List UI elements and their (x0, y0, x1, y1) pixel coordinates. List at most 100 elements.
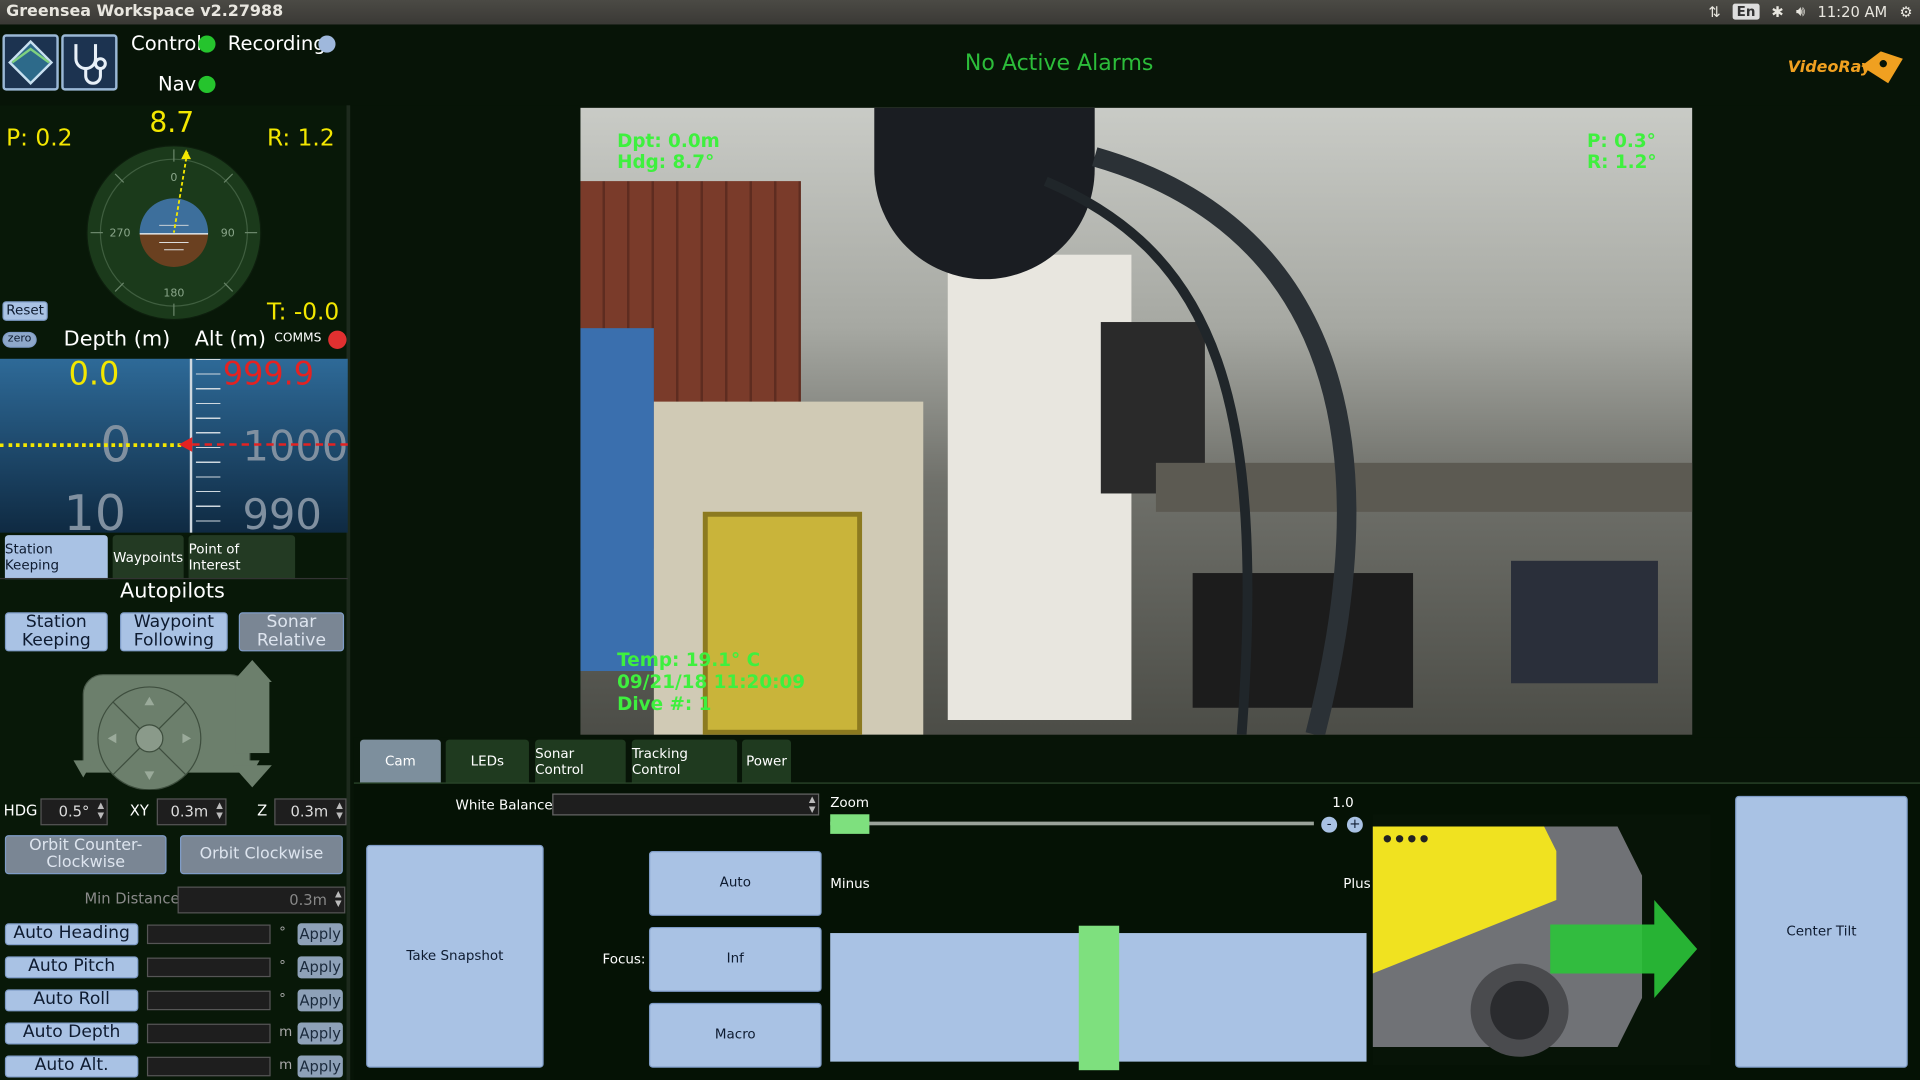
station-keeping-button[interactable]: Station Keeping (4, 612, 108, 652)
ray-icon (1861, 51, 1903, 84)
auto-pitch-button[interactable]: Auto Pitch (4, 956, 139, 979)
auto-heading-apply-button[interactable]: Apply (297, 923, 343, 946)
clock[interactable]: 11:20 AM (1817, 3, 1887, 20)
zoom-slider-handle[interactable] (830, 814, 870, 834)
take-snapshot-button[interactable]: Take Snapshot (366, 844, 544, 1068)
overlay-temp: Temp: 19.1° C (617, 648, 761, 672)
thrust-readout: T: -0.0 (266, 298, 340, 326)
auto-depth-button[interactable]: Auto Depth (4, 1022, 139, 1045)
videoray-logo: VideoRay (1785, 49, 1907, 103)
keyboard-language[interactable]: En (1732, 3, 1760, 20)
min-distance-value: 0.3m (289, 891, 327, 909)
white-balance-select[interactable]: ▲ ▼ (552, 793, 820, 816)
auto-pitch-unit: ° (279, 957, 286, 974)
z-value: 0.3m (290, 803, 329, 821)
title-bar: Greensea Workspace v2.27988 ⇅ En ✱ 🔊︎ 11… (0, 0, 1920, 25)
auto-heading-button[interactable]: Auto Heading (4, 923, 139, 946)
tab-power[interactable]: Power (742, 739, 792, 783)
system-tray: ⇅ En ✱ 🔊︎ 11:20 AM ⚙ (1708, 2, 1912, 20)
zoom-label: Zoom (830, 794, 870, 811)
recording-status-indicator[interactable] (318, 35, 336, 53)
tab-point-of-interest[interactable]: Point of Interest (188, 535, 296, 580)
zoom-minus-button[interactable]: - (1321, 816, 1338, 833)
min-distance-field[interactable]: 0.3m ▲ ▼ (177, 886, 346, 914)
settings-gear-icon[interactable]: ⚙ (1899, 3, 1912, 20)
auto-pitch-apply-button[interactable]: Apply (297, 956, 343, 979)
spinner-icon[interactable]: ▲ ▼ (332, 801, 343, 821)
joystick-control[interactable] (69, 660, 287, 790)
hdg-value: 0.5° (58, 803, 90, 821)
auto-pitch-field[interactable] (146, 957, 271, 978)
focus-macro-button[interactable]: Macro (648, 1002, 822, 1068)
zero-depth-button[interactable]: zero (2, 331, 37, 348)
nav-status-indicator (198, 75, 216, 94)
compass-tick-0: 0 (170, 171, 177, 184)
auto-alt-unit: m (279, 1056, 293, 1073)
reset-button[interactable]: Reset (2, 301, 48, 321)
overlay-dive: Dive #: 1 (617, 693, 712, 716)
compass-tick-90: 90 (221, 226, 235, 239)
overlay-depth: Dpt: 0.0m (617, 129, 720, 152)
focus-auto-button[interactable]: Auto (648, 851, 822, 916)
tab-sonar-control[interactable]: Sonar Control (535, 739, 626, 783)
auto-roll-button[interactable]: Auto Roll (4, 989, 139, 1012)
bluetooth-icon[interactable]: ✱ (1771, 3, 1783, 20)
alt-scale-1000: 1000 (242, 422, 349, 472)
spinner-icon[interactable]: ▲ ▼ (93, 801, 104, 821)
auto-depth-apply-button[interactable]: Apply (297, 1022, 343, 1045)
depth-title: Depth (m) (63, 326, 171, 352)
sonar-relative-button[interactable]: Sonar Relative (238, 612, 345, 652)
auto-alt-apply-button[interactable]: Apply (297, 1055, 343, 1078)
tab-tracking-control[interactable]: Tracking Control (631, 739, 738, 783)
z-label: Z (257, 802, 268, 820)
overlay-datetime: 09/21/18 11:20:09 (617, 671, 806, 694)
center-tilt-button[interactable]: Center Tilt (1735, 795, 1908, 1068)
spinner-icon[interactable]: ▲ ▼ (212, 801, 223, 821)
spinner-icon[interactable]: ▲ ▼ (331, 889, 342, 909)
comms-label: COMMS (274, 331, 322, 346)
tab-station-keeping[interactable]: Station Keeping (4, 535, 108, 580)
pitch-readout: P: 0.2 (6, 124, 73, 152)
orbit-cw-button[interactable]: Orbit Clockwise (180, 835, 343, 875)
auto-alt-field[interactable] (146, 1056, 271, 1077)
xy-label: XY (129, 802, 149, 820)
overlay-roll: R: 1.2° (1586, 150, 1657, 173)
stethoscope-icon (74, 44, 107, 85)
auto-roll-field[interactable] (146, 990, 271, 1011)
focus-inf-button[interactable]: Inf (648, 926, 822, 992)
roll-readout: R: 1.2 (266, 124, 335, 152)
z-field[interactable]: 0.3m ▲ ▼ (274, 798, 347, 826)
heading-readout: 8.7 (149, 107, 195, 140)
camera-video-feed[interactable]: Dpt: 0.0m Hdg: 8.7° P: 0.3° R: 1.2° Temp… (580, 107, 1693, 735)
min-distance-label: Min Distance (84, 890, 180, 908)
focus-label: Focus: (602, 951, 646, 968)
tab-waypoints[interactable]: Waypoints (112, 535, 184, 580)
volume-icon[interactable]: 🔊︎ (1796, 2, 1805, 20)
waypoint-following-button[interactable]: Waypoint Following (120, 612, 228, 652)
auto-depth-field[interactable] (146, 1023, 271, 1044)
xy-field[interactable]: 0.3m ▲ ▼ (156, 798, 227, 826)
auto-depth-unit: m (279, 1023, 293, 1040)
tab-leds[interactable]: LEDs (445, 739, 529, 783)
comms-status-indicator (328, 330, 347, 349)
compass-dial: 0 180 270 90 (86, 145, 262, 321)
zoom-plus-button[interactable]: + (1346, 816, 1363, 833)
auto-alt-button[interactable]: Auto Alt. (4, 1055, 139, 1078)
auto-roll-apply-button[interactable]: Apply (297, 989, 343, 1012)
rov-orientation-graphic (1372, 814, 1711, 1066)
diagnostics-button[interactable] (61, 34, 118, 91)
zoom-value: 1.0 (1332, 794, 1354, 811)
orbit-ccw-button[interactable]: Orbit Counter-Clockwise (4, 835, 167, 875)
tether-cable (1043, 147, 1357, 735)
window-title: Greensea Workspace v2.27988 (6, 2, 284, 21)
zoom-slider-track[interactable] (830, 821, 1314, 826)
auto-heading-field[interactable] (146, 924, 271, 945)
auto-roll-unit: ° (279, 990, 286, 1007)
white-balance-label: White Balance: (455, 797, 558, 814)
control-status-indicator (198, 35, 216, 53)
network-icon[interactable]: ⇅ (1708, 3, 1720, 20)
hdg-field[interactable]: 0.5° ▲ ▼ (40, 798, 108, 826)
focus-slider-handle[interactable] (1078, 925, 1119, 1071)
vehicle-view-button[interactable] (2, 34, 59, 91)
tab-cam[interactable]: Cam (360, 739, 441, 783)
